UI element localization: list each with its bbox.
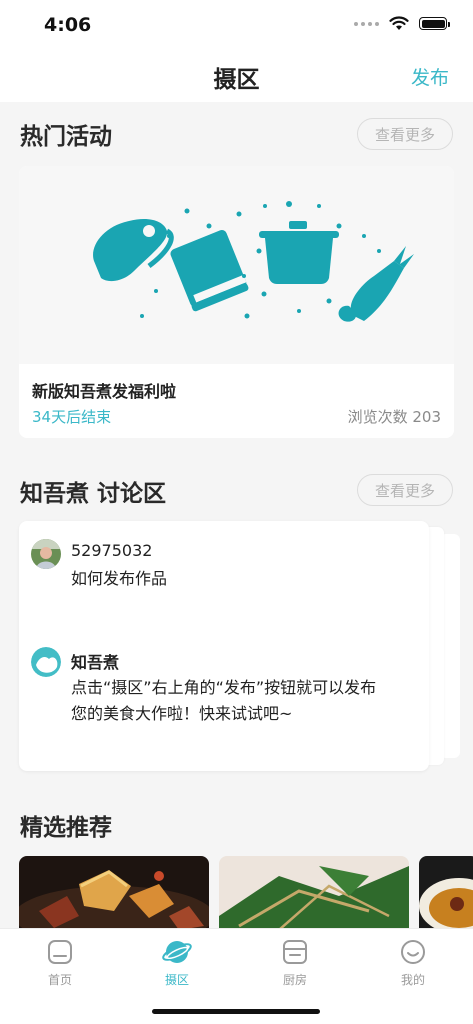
wifi-icon xyxy=(389,16,409,30)
meat-icon xyxy=(93,219,174,282)
tab-home[interactable]: 首页 xyxy=(25,937,95,988)
tab-kitchen[interactable]: 厨房 xyxy=(260,937,330,988)
tab-shequ[interactable]: 摄区 xyxy=(142,937,212,988)
home-icon xyxy=(48,940,72,964)
signal-icon xyxy=(354,21,379,26)
kitchen-icon xyxy=(283,940,307,964)
recommend-title: 精选推荐 xyxy=(20,815,112,841)
navbar: 摄区 发布 xyxy=(0,50,473,102)
reply-text-line2: 您的美食大作啦！快来试试吧~ xyxy=(71,704,293,723)
recommend-item[interactable] xyxy=(219,856,409,930)
post-username: 52975032 xyxy=(71,541,153,560)
tab-mine[interactable]: 我的 xyxy=(378,937,448,988)
brand-avatar xyxy=(31,647,61,677)
activity-card[interactable]: 新版知吾煮发福利啦 34天后结束 浏览次数 203 xyxy=(19,166,454,438)
pot-icon xyxy=(259,221,339,284)
post-text: 如何发布作品 xyxy=(71,569,168,588)
planet-icon xyxy=(162,941,192,963)
activity-title: 新版知吾煮发福利啦 xyxy=(32,382,177,401)
user-avatar xyxy=(31,539,61,569)
book-icon xyxy=(170,230,249,312)
carrot-icon xyxy=(338,246,414,322)
battery-icon xyxy=(419,17,450,30)
activity-deadline: 34天后结束 xyxy=(32,408,112,426)
reply-username: 知吾煮 xyxy=(71,653,120,672)
discussion-more-button[interactable]: 查看更多 xyxy=(357,474,453,506)
discussion-title: 知吾煮 讨论区 xyxy=(20,481,167,507)
recommend-item[interactable] xyxy=(419,856,473,930)
food-illustration xyxy=(93,201,414,322)
tab-mine-label: 我的 xyxy=(400,973,425,987)
activity-banner xyxy=(19,166,454,364)
tab-shequ-label: 摄区 xyxy=(164,973,189,987)
status-icons xyxy=(354,16,450,31)
recommend-row xyxy=(19,856,473,930)
status-time: 4:06 xyxy=(44,14,92,36)
hot-activities-more-button[interactable]: 查看更多 xyxy=(357,118,453,150)
reply-text-line1: 点击“摄区”右上角的“发布”按钮就可以发布 xyxy=(71,678,377,697)
publish-button[interactable]: 发布 xyxy=(411,63,449,90)
tab-home-label: 首页 xyxy=(47,973,72,987)
hot-activities-title: 热门活动 xyxy=(20,124,112,150)
activity-views: 浏览次数 203 xyxy=(347,408,441,426)
page-title: 摄区 xyxy=(213,67,260,93)
tab-kitchen-label: 厨房 xyxy=(282,973,307,987)
recommend-item[interactable] xyxy=(19,856,209,930)
status-bar: 4:06 xyxy=(0,0,473,50)
discussion-card[interactable]: 52975032 如何发布作品 知吾煮 点击“摄区”右上角的“发布”按钮就可以发… xyxy=(19,521,429,771)
smile-icon xyxy=(401,940,425,964)
home-indicator xyxy=(152,1009,320,1014)
